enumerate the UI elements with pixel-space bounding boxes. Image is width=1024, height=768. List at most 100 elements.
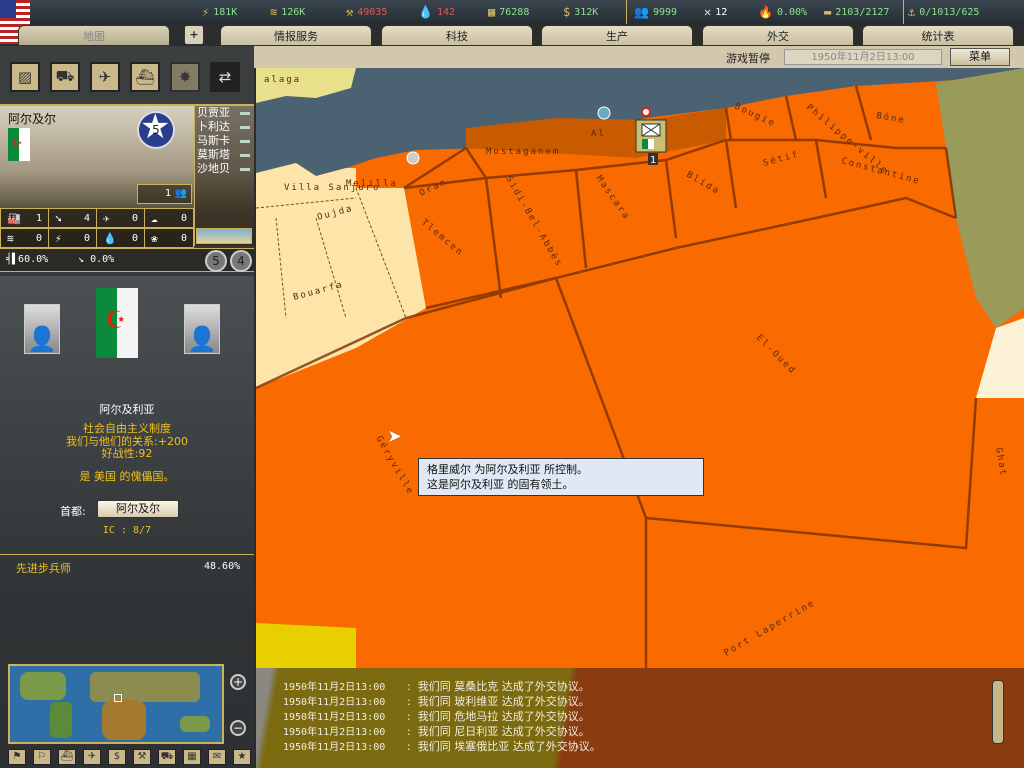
money-filter-icon[interactable]: $	[108, 749, 126, 765]
neighbor-list: 贝贾亚 卜利达 马斯卡 莫斯塔 沙地贝	[194, 106, 254, 246]
navy-mapmode-icon[interactable]: ⛴	[130, 62, 160, 92]
port-icon	[597, 106, 611, 120]
supply-icon: ╡▌	[6, 254, 19, 265]
log-entry: 1950年11月2日13:00: 我们同 危地马拉 达成了外交协议。	[283, 710, 590, 723]
head-of-government-portrait[interactable]: 👤	[184, 304, 220, 354]
ic-value: IC : 8/7	[102, 525, 152, 536]
supply-filter-icon[interactable]: ▦	[183, 749, 201, 765]
diplomacy-resource: ✕ 12	[704, 5, 728, 19]
divider	[903, 0, 904, 24]
supplies-icon: ▦	[488, 5, 496, 19]
army-filter-icon[interactable]: ⛟	[158, 749, 176, 765]
divider	[0, 554, 254, 555]
neighbor-item[interactable]: 沙地贝	[195, 162, 254, 176]
pause-status: 游戏暂停	[726, 52, 770, 65]
add-button[interactable]: +	[184, 25, 204, 45]
divider	[626, 0, 627, 24]
infrastructure-stat: ➘ 4	[48, 208, 97, 228]
explosion-mapmode-icon[interactable]: ✸	[170, 62, 200, 92]
star-filter-icon[interactable]: ★	[233, 749, 251, 765]
energy-stat: ⚡ 0	[48, 228, 97, 248]
message-filter-icon[interactable]: ✉	[208, 749, 226, 765]
map-label: Mostaganem	[486, 147, 560, 157]
transport-resource: ▬ 2103/2127	[824, 5, 890, 19]
neighbor-item[interactable]: 莫斯塔	[195, 148, 254, 162]
terrain-picture	[196, 228, 252, 244]
tab-map[interactable]: 地图	[18, 25, 170, 46]
oil-resource: 💧 142	[418, 5, 456, 19]
energy-icon: ⚡	[202, 5, 210, 19]
unit-count[interactable]: 1 👥	[137, 184, 192, 204]
supplies-resource: ▦ 76288	[488, 5, 530, 19]
transport-icon: ▬	[824, 5, 832, 19]
air-mapmode-icon[interactable]: ✈	[90, 62, 120, 92]
naval-base-icon[interactable]: 5	[205, 250, 227, 272]
zoom-out-button[interactable]: −	[230, 720, 246, 736]
log-entry: 1950年11月2日13:00: 我们同 玻利维亚 达成了外交协议。	[283, 695, 590, 708]
belligerence-value: 好战性:92	[101, 447, 153, 460]
infantry-icon: 👥	[174, 188, 187, 199]
supply-mapmode-icon[interactable]: ⇄	[210, 62, 240, 92]
metal-icon: ≋	[270, 5, 278, 19]
world-map[interactable]: alaga Oran Mostaganem Al Bougie Philippe…	[256, 68, 1024, 668]
minimap[interactable]	[8, 664, 224, 744]
port-icon	[406, 151, 420, 165]
log-scrollbar[interactable]	[992, 680, 1004, 744]
neighbor-item[interactable]: 卜利达	[195, 120, 254, 134]
country-name: 阿尔及利亚	[99, 403, 155, 416]
terrain-mapmode-icon[interactable]: ▨	[10, 62, 40, 92]
research-name[interactable]: 先进步兵师	[16, 560, 71, 576]
neighbor-item[interactable]: 马斯卡	[195, 134, 254, 148]
tab-intelligence[interactable]: 情报服务	[220, 25, 372, 46]
tab-technology[interactable]: 科技	[381, 25, 533, 46]
dissent-icon: 🔥	[758, 5, 773, 19]
manpower-resource: 👥 9999	[634, 5, 678, 19]
partisan-icon: ↘	[78, 254, 85, 265]
air-base-icon[interactable]: 4	[230, 250, 252, 272]
rare-materials-icon: ⚒	[346, 5, 354, 19]
oil-icon: 💧	[418, 5, 433, 19]
money-icon: $	[563, 5, 571, 19]
ship-filter-icon[interactable]: ⛴	[58, 749, 76, 765]
filter-icon[interactable]: ⚑	[8, 749, 26, 765]
oil-icon: 💧	[103, 231, 117, 245]
money-resource: $312K	[563, 5, 599, 19]
log-entry: 1950年11月2日13:00: 我们同 埃塞俄比亚 达成了外交协议。	[283, 740, 601, 753]
menu-button[interactable]: 菜单	[950, 48, 1010, 66]
puppet-status: 是 美国 的傀儡国。	[79, 470, 175, 483]
tool-filter-icon[interactable]: ⚒	[133, 749, 151, 765]
convoy-resource: ⚓ 0/1013/625	[908, 5, 980, 19]
province-tooltip: 格里威尔 为阿尔及利亚 所控制。 这是阿尔及利亚 的固有领土。	[418, 458, 704, 496]
zoom-in-button[interactable]: +	[230, 674, 246, 690]
capital-button[interactable]: 阿尔及尔	[97, 500, 179, 518]
map-label: Melilla	[346, 179, 398, 189]
research-progress: 48.60%	[204, 561, 241, 572]
mouse-cursor-icon: ➤	[387, 426, 403, 447]
country-flag	[96, 288, 138, 358]
energy-resource: ⚡ 181K	[202, 5, 238, 19]
army-mapmode-icon[interactable]: ⛟	[50, 62, 80, 92]
plane-filter-icon[interactable]: ✈	[83, 749, 101, 765]
tab-statistics[interactable]: 统计表	[862, 25, 1014, 46]
partisan-level: ↘ 0.0%	[78, 254, 115, 265]
map-svg[interactable]: alaga Oran Mostaganem Al Bougie Philippe…	[256, 68, 1024, 668]
capital-label: 首都:	[60, 505, 86, 518]
rare-materials-icon: ❀	[151, 231, 158, 245]
metal-icon: ≋	[7, 231, 14, 245]
game-date: 1950年11月2日13:00	[784, 49, 942, 65]
airbase-stat: ✈ 0	[96, 208, 145, 228]
rare-stat: ❀ 0	[144, 228, 194, 248]
flag-filter-icon[interactable]: ⚐	[33, 749, 51, 765]
airbase-icon: ✈	[103, 211, 110, 225]
diplomacy-icon: ✕	[704, 5, 712, 19]
neighbor-item[interactable]: 贝贾亚	[195, 106, 254, 120]
industry-stat: 🏭 1	[0, 208, 49, 228]
tab-production[interactable]: 生产	[541, 25, 693, 46]
manpower-icon: 👥	[634, 5, 649, 19]
capital-marker-icon	[641, 107, 651, 117]
aa-stat: ☁ 0	[144, 208, 194, 228]
head-of-state-portrait[interactable]: 👤	[24, 304, 60, 354]
tab-diplomacy[interactable]: 外交	[702, 25, 854, 46]
province-owner-flag[interactable]	[8, 128, 30, 161]
dissent-resource: 🔥 0.00%	[758, 5, 808, 19]
